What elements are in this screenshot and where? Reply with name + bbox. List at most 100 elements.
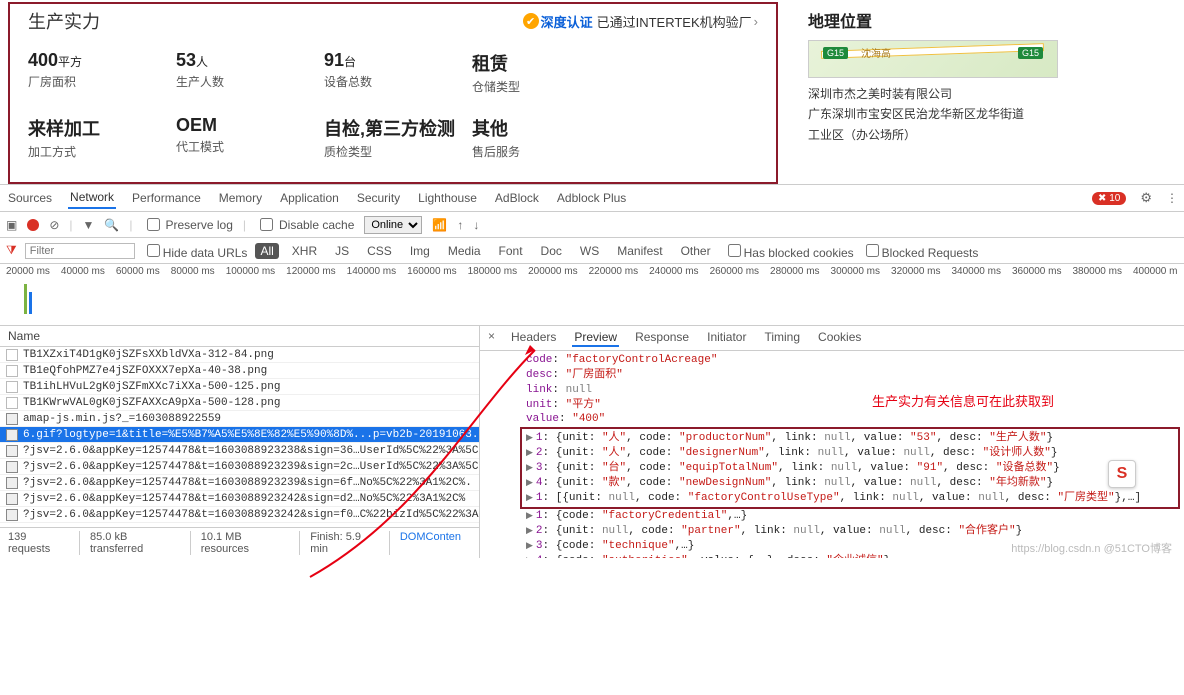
request-row[interactable]: 6.gif?logtype=1&title=%E5%B7%A5%E5%8E%82… — [0, 427, 479, 443]
request-name: TB1KWrwVAL0gK0jSZFAXXcA9pXa-500-128.png — [23, 397, 280, 409]
footer-domcontent: DOMConten — [400, 531, 471, 555]
filter-type-js[interactable]: JS — [330, 243, 354, 259]
request-row[interactable]: ?jsv=2.6.0&appKey=12574478&t=16030889232… — [0, 507, 479, 523]
wifi-icon[interactable]: 📶 — [432, 218, 447, 232]
request-row[interactable]: TB1KWrwVAL0gK0jSZFAXXcA9pXa-500-128.png — [0, 395, 479, 411]
devtools-tab-memory[interactable]: Memory — [217, 188, 264, 208]
stat-item: 400平方厂房面积 — [28, 42, 176, 107]
preview-line[interactable]: 1: [{unit: null, code: "factoryControlUs… — [526, 491, 1174, 506]
devtools-tabs: Sources Network Performance Memory Applicati… — [0, 185, 1184, 212]
filter-type-media[interactable]: Media — [443, 243, 486, 259]
preview-line[interactable]: 1: {unit: "人", code: "productorNum", lin… — [526, 431, 1174, 446]
stat-value: 自检,第三方检测 — [324, 119, 455, 139]
search-icon[interactable]: 🔍 — [104, 218, 119, 232]
filter-type-xhr[interactable]: XHR — [287, 243, 322, 259]
certification-badge[interactable]: ✔ 深度认证 已通过INTERTEK机构验厂 › — [523, 12, 758, 31]
response-tab-response[interactable]: Response — [633, 329, 691, 347]
file-icon — [6, 349, 18, 361]
request-row[interactable]: ?jsv=2.6.0&appKey=12574478&t=16030889232… — [0, 443, 479, 459]
preview-line[interactable]: 2: {unit: "人", code: "designerNum", link… — [526, 446, 1174, 461]
sogou-ime-icon[interactable]: S — [1108, 460, 1136, 488]
stat-item: 其他售后服务 — [472, 107, 620, 172]
response-tab-cookies[interactable]: Cookies — [816, 329, 863, 347]
filter-type-all[interactable]: All — [255, 243, 278, 259]
hide-data-urls-checkbox[interactable]: Hide data URLs — [143, 241, 248, 260]
disable-cache-checkbox[interactable]: Disable cache — [256, 215, 354, 234]
map-thumbnail[interactable]: 沈海高 G15 G15 — [808, 40, 1058, 78]
network-toolbar: ▣ ⊘ | ▼ 🔍 | Preserve log | Disable cache… — [0, 212, 1184, 238]
request-row[interactable]: TB1eQfohPMZ7e4jSZFOXXX7epXa-40-38.png — [0, 363, 479, 379]
file-icon — [6, 509, 18, 521]
filter-type-doc[interactable]: Doc — [536, 243, 567, 259]
request-row[interactable]: TB1ihLHVuL2gK0jSZFmXXc7iXXa-500-125.png — [0, 379, 479, 395]
filter-type-css[interactable]: CSS — [362, 243, 397, 259]
preview-pane[interactable]: 生产实力有关信息可在此获取到 code: "factoryControlAcre… — [480, 351, 1184, 558]
has-blocked-cookies-checkbox[interactable]: Has blocked cookies — [724, 241, 854, 260]
devtools-tab-security[interactable]: Security — [355, 188, 402, 208]
blocked-requests-checkbox[interactable]: Blocked Requests — [862, 241, 979, 260]
devtools-tab-network[interactable]: Network — [68, 187, 116, 209]
devtools-tab-performance[interactable]: Performance — [130, 188, 203, 208]
map-tag-right: G15 — [1018, 47, 1043, 59]
timeline-tick: 160000 ms — [407, 266, 456, 277]
request-row[interactable]: amap-js.min.js?_=1603088922559 — [0, 411, 479, 427]
request-name: ?jsv=2.6.0&appKey=12574478&t=16030889232… — [23, 477, 472, 489]
devtools-tab-sources[interactable]: Sources — [6, 188, 54, 208]
upload-icon[interactable]: ↑ — [457, 218, 463, 232]
record-button[interactable] — [27, 219, 39, 231]
timeline-tick: 320000 ms — [891, 266, 940, 277]
filter-type-img[interactable]: Img — [405, 243, 435, 259]
name-column-header[interactable]: Name — [0, 326, 479, 347]
request-row[interactable]: ?jsv=2.6.0&appKey=12574478&t=16030889232… — [0, 459, 479, 475]
footer-transferred: 85.0 kB transferred — [90, 531, 191, 555]
request-row[interactable]: ?jsv=2.6.0&appKey=12574478&t=16030889232… — [0, 491, 479, 507]
request-name: 6.gif?logtype=1&title=%E5%B7%A5%E5%8E%82… — [23, 429, 479, 441]
devtools-tab-adblock[interactable]: AdBlock — [493, 188, 541, 208]
response-tabs: × Headers Preview Response Initiator Timing C… — [480, 326, 1184, 351]
preview-line[interactable]: 4: {unit: "款", code: "newDesignNum", lin… — [526, 476, 1174, 491]
stat-value: 来样加工 — [28, 119, 100, 139]
preview-line[interactable]: 2: {unit: null, code: "partner", link: n… — [526, 524, 1174, 539]
inspect-icon[interactable]: ▣ — [6, 218, 17, 232]
timeline-tick: 360000 ms — [1012, 266, 1061, 277]
devtools-tab-application[interactable]: Application — [278, 188, 341, 208]
stat-item: 53人生产人数 — [176, 42, 324, 107]
close-icon[interactable]: × — [488, 329, 495, 347]
network-timeline[interactable]: 20000 ms40000 ms60000 ms80000 ms100000 m… — [0, 264, 1184, 326]
stat-unit: 平方 — [58, 55, 82, 69]
preview-line[interactable]: 1: {code: "factoryCredential",…} — [526, 509, 1174, 524]
funnel-icon[interactable]: ⧩ — [6, 243, 17, 258]
error-badge[interactable]: ✖ 10 — [1092, 192, 1126, 205]
request-name: ?jsv=2.6.0&appKey=12574478&t=16030889232… — [23, 493, 465, 505]
filter-type-font[interactable]: Font — [494, 243, 528, 259]
response-tab-preview[interactable]: Preview — [572, 329, 619, 347]
filter-type-manifest[interactable]: Manifest — [612, 243, 667, 259]
response-tab-timing[interactable]: Timing — [762, 329, 802, 347]
timeline-tick: 300000 ms — [831, 266, 880, 277]
request-name: ?jsv=2.6.0&appKey=12574478&t=16030889232… — [23, 509, 479, 521]
clear-button[interactable]: ⊘ — [49, 218, 59, 232]
devtools-tab-lighthouse[interactable]: Lighthouse — [416, 188, 479, 208]
filter-toggle[interactable]: ▼ — [83, 218, 95, 232]
request-row[interactable]: ?jsv=2.6.0&appKey=12574478&t=16030889232… — [0, 475, 479, 491]
preview-line[interactable]: 3: {unit: "台", code: "equipTotalNum", li… — [526, 461, 1174, 476]
request-row[interactable]: TB1XZxiT4D1gK0jSZFsXXbldVXa-312-84.png — [0, 347, 479, 363]
throttling-select[interactable]: Online — [364, 216, 422, 234]
preview-line: unit: "平方" — [526, 398, 1174, 413]
gear-icon[interactable]: ⚙ — [1140, 190, 1152, 206]
timeline-tick: 80000 ms — [171, 266, 215, 277]
response-tab-initiator[interactable]: Initiator — [705, 329, 748, 347]
response-tab-headers[interactable]: Headers — [509, 329, 558, 347]
download-icon[interactable]: ↓ — [473, 218, 479, 232]
devtools-tab-adblock plus[interactable]: Adblock Plus — [555, 188, 628, 208]
filter-type-ws[interactable]: WS — [575, 243, 604, 259]
preserve-log-checkbox[interactable]: Preserve log — [143, 215, 233, 234]
stat-desc: 厂房面积 — [28, 73, 176, 90]
map-tag-left: G15 — [823, 47, 848, 59]
annotation-note: 生产实力有关信息可在此获取到 — [872, 393, 1054, 411]
timeline-tick: 140000 ms — [347, 266, 396, 277]
more-icon[interactable]: ⋮ — [1166, 191, 1178, 205]
filter-type-other[interactable]: Other — [676, 243, 716, 259]
filter-input[interactable] — [25, 243, 135, 259]
timeline-tick: 20000 ms — [6, 266, 50, 277]
